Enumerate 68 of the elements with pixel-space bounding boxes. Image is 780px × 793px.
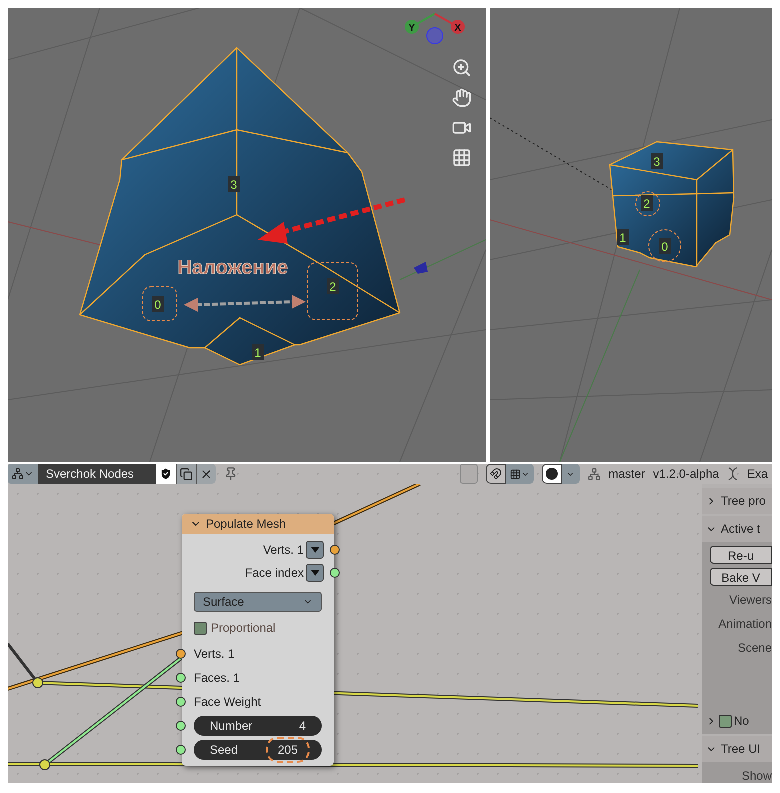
socket-label: Face Weight — [194, 694, 262, 711]
copy-icon — [180, 468, 193, 480]
dropdown-button[interactable] — [306, 540, 324, 558]
triangle-icon — [310, 546, 320, 552]
subpanel-title: No — [734, 713, 750, 730]
magnet-icon — [490, 468, 502, 480]
node-editor[interactable] — [8, 464, 772, 783]
face-index-label: 2 — [641, 195, 653, 211]
editor-type-button[interactable] — [8, 464, 38, 484]
panel-header[interactable]: Tree pro — [702, 488, 772, 514]
checkbox[interactable] — [194, 622, 207, 634]
annotation-text: Наложение — [178, 257, 288, 279]
face-index-label: 2 — [327, 278, 339, 294]
face-index-label: 1 — [617, 229, 629, 245]
version-label: v1.2.0-alpha — [653, 466, 720, 483]
socket-label: Verts. 1 — [263, 542, 304, 558]
property-label: Scene — [738, 640, 772, 657]
panel-header[interactable]: Active t — [702, 516, 772, 542]
overlay-dropdown[interactable] — [562, 464, 580, 484]
face-index-label: 0 — [659, 238, 671, 254]
zoom-icon[interactable] — [452, 58, 472, 78]
face-index-label: 3 — [651, 153, 663, 169]
grid-icon — [510, 468, 521, 480]
number-field[interactable]: Number 4 — [194, 716, 322, 736]
viewport[interactable]: 3 0 2 1 Наложение Y X — [8, 8, 486, 462]
node-header[interactable]: Populate Mesh — [182, 514, 334, 534]
face-index-label: 0 — [152, 296, 164, 312]
pin-icon[interactable] — [224, 467, 238, 481]
checkbox-label: Proportional — [211, 620, 276, 637]
viewport[interactable]: 3 2 1 0 — [490, 8, 772, 462]
node-card[interactable]: Populate Mesh Verts. 1 Face index Surface Proportional Verts. 1 Faces. 1 Face Weight Number 4 Seed 205 — [176, 514, 340, 766]
grid-icon[interactable] — [452, 148, 472, 168]
socket-label: Verts. 1 — [194, 646, 235, 663]
face-index-label: 1 — [252, 344, 264, 360]
branch-name: master — [608, 466, 646, 483]
highlight-outline — [308, 262, 358, 320]
snap-button[interactable] — [486, 464, 506, 484]
close-icon — [200, 468, 213, 480]
hand-icon[interactable] — [452, 88, 472, 108]
workspace-label: Exa — [747, 466, 768, 483]
number-field[interactable]: Seed 205 — [194, 740, 322, 760]
branch-icon — [588, 468, 601, 480]
dropdown-button[interactable] — [306, 564, 324, 582]
property-label: Viewers — [730, 592, 772, 609]
close-button[interactable] — [196, 464, 216, 484]
node-title: Populate Mesh — [206, 516, 286, 533]
node-tree-icon — [12, 468, 24, 480]
highlight-outline — [636, 192, 660, 216]
property-label: Animation — [718, 616, 772, 633]
sidebar-button[interactable]: Re-u — [710, 546, 772, 564]
tree-name-field[interactable]: Sverchok Nodes — [38, 464, 156, 484]
shield-icon — [159, 467, 173, 481]
fake-user-button[interactable] — [156, 464, 176, 484]
sidebar-button[interactable]: Bake V — [710, 568, 772, 586]
checkbox[interactable] — [719, 714, 732, 728]
socket-label: Faces. 1 — [194, 670, 240, 687]
triangle-icon — [310, 570, 320, 576]
highlight-outline — [648, 230, 682, 262]
highlight-outline — [142, 286, 178, 322]
mode-dropdown[interactable]: Surface — [194, 592, 322, 612]
overlay-button[interactable] — [542, 464, 562, 484]
axis-gizmo[interactable]: Y X — [405, 13, 465, 44]
face-index-label: 3 — [228, 176, 240, 192]
panel-header[interactable]: Tree UI — [702, 736, 772, 762]
property-label: Show — [742, 768, 772, 783]
copy-button[interactable] — [176, 464, 196, 484]
snap-mode-button[interactable] — [506, 464, 534, 484]
socket-label: Face index — [245, 564, 304, 582]
